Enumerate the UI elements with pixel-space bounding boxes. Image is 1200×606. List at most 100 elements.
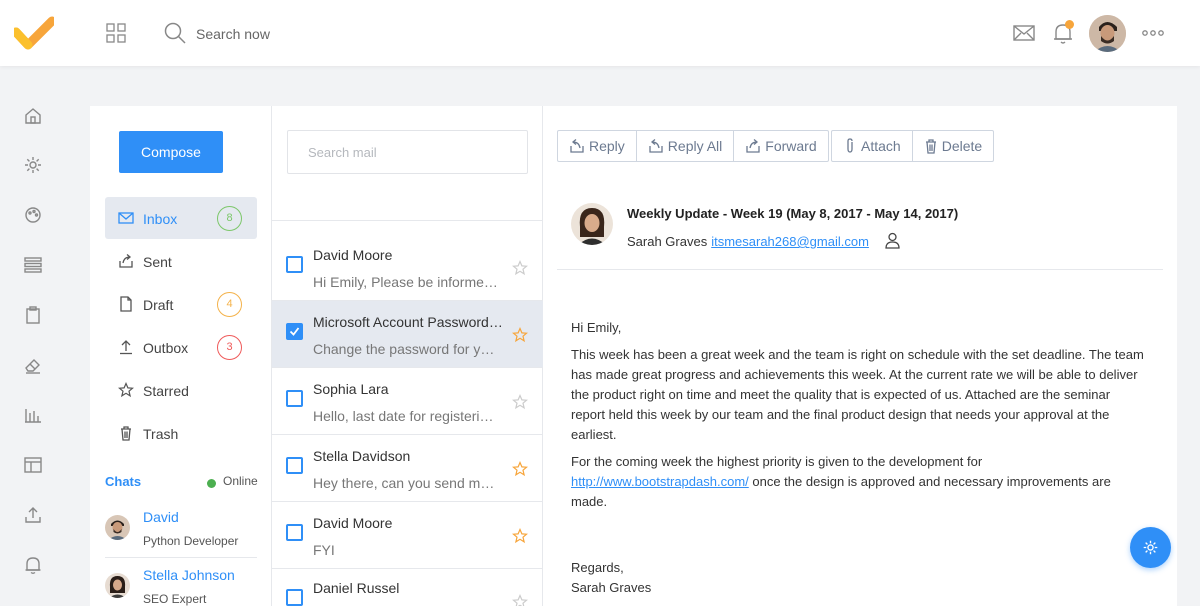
star-icon[interactable]: [512, 528, 528, 544]
sender-email-link[interactable]: itsmesarah268@gmail.com: [711, 234, 869, 249]
folder-trash[interactable]: Trash: [105, 412, 257, 454]
logo-icon[interactable]: [14, 16, 54, 50]
chat-contact-name[interactable]: David: [143, 509, 179, 525]
folder-starred[interactable]: Starred: [105, 369, 257, 411]
message-preview: FYI: [313, 542, 335, 558]
settings-fab-button[interactable]: [1130, 527, 1171, 568]
message-sender: Microsoft Account Password ...: [313, 314, 503, 330]
sender-avatar: [571, 203, 613, 245]
message-checkbox[interactable]: [286, 589, 303, 606]
message-checkbox[interactable]: [286, 323, 303, 340]
file-icon: [120, 296, 132, 312]
chats-heading: Chats: [105, 474, 142, 489]
top-navbar: Search now: [0, 0, 1200, 66]
attach-button[interactable]: Attach: [832, 131, 913, 161]
clipboard-icon[interactable]: [23, 305, 43, 325]
message-checkbox[interactable]: [286, 256, 303, 273]
email-paragraph: For the coming week the highest priority…: [571, 452, 1146, 512]
message-row[interactable]: Microsoft Account Password ... Change th…: [272, 301, 543, 368]
online-status-dot: [207, 479, 216, 488]
reply-all-button[interactable]: Reply All: [637, 131, 735, 161]
forward-icon: [746, 139, 760, 153]
upload-icon[interactable]: [23, 505, 43, 525]
folder-outbox[interactable]: Outbox 3: [105, 326, 257, 368]
reply-icon: [570, 139, 584, 153]
message-row[interactable]: Stella Davidson Hey there, can you send …: [272, 435, 543, 502]
checkmark-icon: [289, 327, 300, 336]
message-sender: Daniel Russel: [313, 580, 400, 596]
notification-dot: [1065, 20, 1074, 29]
mail-icon[interactable]: [1013, 23, 1035, 43]
message-checkbox[interactable]: [286, 457, 303, 474]
message-checkbox[interactable]: [286, 524, 303, 541]
divider: [557, 269, 1163, 270]
message-sender: Sophia Lara: [313, 381, 389, 397]
paragraph-text: For the coming week the highest priority…: [571, 454, 983, 469]
reply-toolbar: Reply Reply All Forward: [557, 130, 829, 162]
reply-all-icon: [649, 139, 663, 153]
search-mail-input[interactable]: [287, 130, 528, 174]
star-icon[interactable]: [512, 461, 528, 477]
star-icon[interactable]: [512, 260, 528, 276]
folder-label: Inbox: [143, 211, 178, 227]
user-icon[interactable]: [884, 232, 901, 249]
email-sender: Sarah Graves itsmesarah268@gmail.com: [627, 234, 869, 249]
bar-chart-icon[interactable]: [23, 405, 43, 425]
chat-avatar[interactable]: [105, 573, 130, 598]
inbox-count-badge: 8: [217, 206, 242, 231]
online-status-label: Online: [223, 474, 258, 488]
email-subject: Weekly Update - Week 19 (May 8, 2017 - M…: [627, 206, 959, 221]
outbox-count-badge: 3: [217, 335, 242, 360]
upload-icon: [120, 340, 132, 355]
email-greeting: Hi Emily,: [571, 320, 622, 335]
settings-icon: [1143, 540, 1158, 555]
message-row[interactable]: Daniel Russel: [272, 569, 543, 606]
home-icon[interactable]: [23, 106, 43, 126]
star-icon[interactable]: [512, 594, 528, 606]
share-icon: [119, 254, 133, 268]
chat-contact-name[interactable]: Stella Johnson: [143, 567, 235, 583]
search-field[interactable]: Search now: [196, 26, 270, 42]
folder-label: Sent: [143, 254, 172, 270]
message-row[interactable]: David Moore FYI: [272, 502, 543, 569]
folder-label: Draft: [143, 297, 174, 313]
trash-icon: [121, 426, 131, 441]
website-link[interactable]: http://www.bootstrapdash.com/: [571, 474, 749, 489]
email-closing: Regards,: [571, 560, 624, 575]
delete-button[interactable]: Delete: [913, 131, 993, 161]
message-row[interactable]: David Moore Hi Emily, Please be informed…: [272, 234, 543, 301]
attach-label: Attach: [861, 138, 901, 154]
forward-label: Forward: [765, 138, 817, 154]
compose-button[interactable]: Compose: [119, 131, 223, 173]
more-options-icon[interactable]: [1142, 29, 1164, 37]
divider: [105, 557, 257, 558]
search-icon[interactable]: [164, 22, 186, 44]
list-icon[interactable]: [23, 255, 43, 275]
mail-icon: [118, 212, 134, 224]
folder-sent[interactable]: Sent: [105, 240, 257, 282]
palette-icon[interactable]: [23, 205, 43, 225]
star-icon[interactable]: [512, 327, 528, 343]
settings-icon[interactable]: [23, 155, 43, 175]
divider: [272, 220, 543, 221]
message-sender: David Moore: [313, 515, 393, 531]
message-preview: Hey there, can you send me th...: [313, 475, 499, 491]
chat-avatar[interactable]: [105, 515, 130, 540]
trash-icon: [925, 139, 936, 154]
eraser-icon[interactable]: [23, 355, 43, 375]
draft-count-badge: 4: [217, 292, 242, 317]
folder-label: Outbox: [143, 340, 189, 356]
chat-contact-role: SEO Expert: [143, 592, 207, 606]
bell-icon[interactable]: [23, 555, 43, 575]
message-row[interactable]: Sophia Lara Hello, last date for registe…: [272, 368, 543, 435]
folder-inbox[interactable]: Inbox 8: [105, 197, 257, 239]
star-icon[interactable]: [512, 394, 528, 410]
user-avatar[interactable]: [1089, 15, 1126, 52]
forward-button[interactable]: Forward: [734, 131, 827, 161]
folder-draft[interactable]: Draft 4: [105, 283, 257, 325]
message-checkbox[interactable]: [286, 390, 303, 407]
reply-button[interactable]: Reply: [558, 131, 637, 161]
layout-icon[interactable]: [23, 455, 43, 475]
apps-grid-icon[interactable]: [106, 23, 126, 43]
message-preview: Change the password for your...: [313, 341, 499, 357]
